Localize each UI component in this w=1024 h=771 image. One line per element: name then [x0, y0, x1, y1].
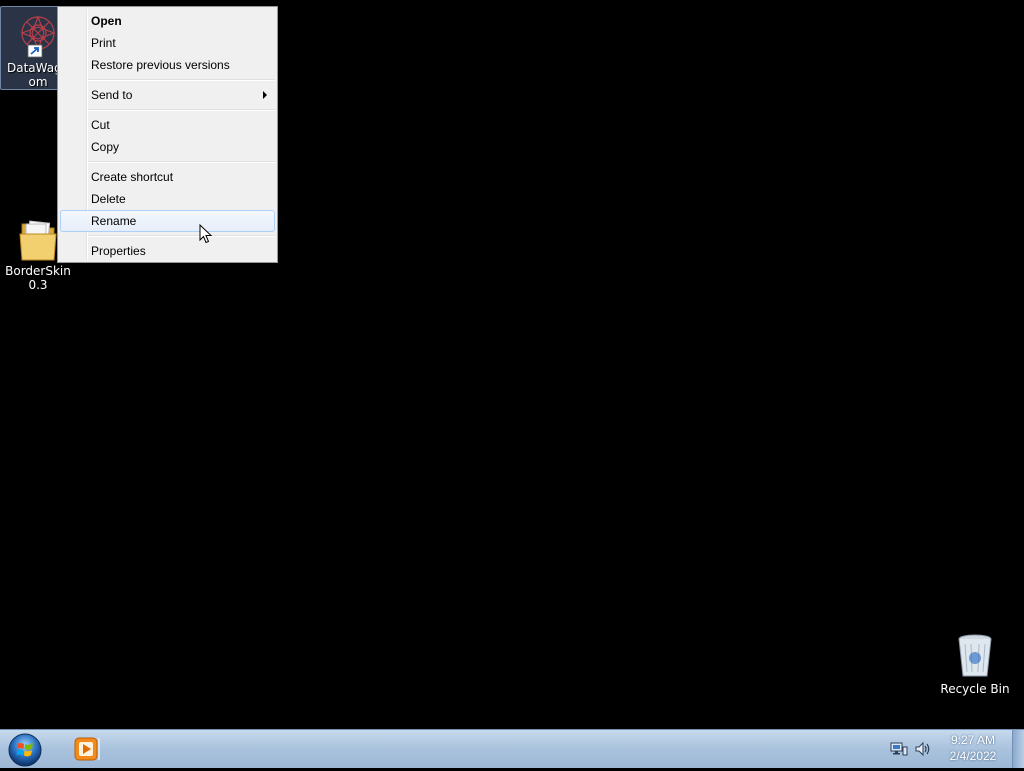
menu-item-properties[interactable]: Properties: [60, 240, 275, 262]
context-menu: Open Print Restore previous versions Sen…: [57, 6, 278, 263]
menu-item-copy[interactable]: Copy: [60, 136, 275, 158]
clock-time: 9:27 AM: [950, 733, 996, 747]
media-player-icon[interactable]: [70, 733, 104, 765]
network-icon[interactable]: [890, 741, 908, 757]
submenu-arrow-icon: [263, 91, 267, 99]
desktop-icon-recycle-bin[interactable]: Recycle Bin: [937, 628, 1013, 696]
clock-date: 2/4/2022: [949, 749, 997, 763]
menu-item-send-to[interactable]: Send to: [60, 84, 275, 106]
desktop[interactable]: DataWago om BorderSkin 0.3 Recycle Bin O…: [0, 0, 1024, 729]
menu-separator: [88, 235, 275, 237]
desktop-icon-label: BorderSkin: [5, 264, 71, 278]
menu-separator: [88, 109, 275, 111]
mouse-cursor-icon: [199, 224, 213, 244]
menu-separator: [88, 79, 275, 81]
show-desktop-button[interactable]: [1012, 730, 1024, 768]
menu-item-open[interactable]: Open: [60, 10, 275, 32]
speaker-icon[interactable]: [914, 741, 932, 757]
windows-start-orb-icon[interactable]: [6, 731, 44, 767]
menu-item-print[interactable]: Print: [60, 32, 275, 54]
menu-item-delete[interactable]: Delete: [60, 188, 275, 210]
menu-item-label: Send to: [91, 88, 133, 102]
menu-separator: [88, 161, 275, 163]
menu-item-restore-previous-versions[interactable]: Restore previous versions: [60, 54, 275, 76]
taskbar: 9:27 AM 2/4/2022: [0, 729, 1024, 768]
desktop-icon-label: Recycle Bin: [940, 682, 1010, 696]
datawagon-app-icon: [14, 11, 62, 59]
menu-item-create-shortcut[interactable]: Create shortcut: [60, 166, 275, 188]
folder-icon: [14, 214, 62, 262]
menu-item-cut[interactable]: Cut: [60, 114, 275, 136]
system-clock[interactable]: 9:27 AM 2/4/2022: [936, 732, 1010, 764]
recycle-bin-icon: [951, 632, 999, 680]
menu-item-rename[interactable]: Rename: [60, 210, 275, 232]
desktop-icon-label: 0.3: [28, 278, 48, 292]
